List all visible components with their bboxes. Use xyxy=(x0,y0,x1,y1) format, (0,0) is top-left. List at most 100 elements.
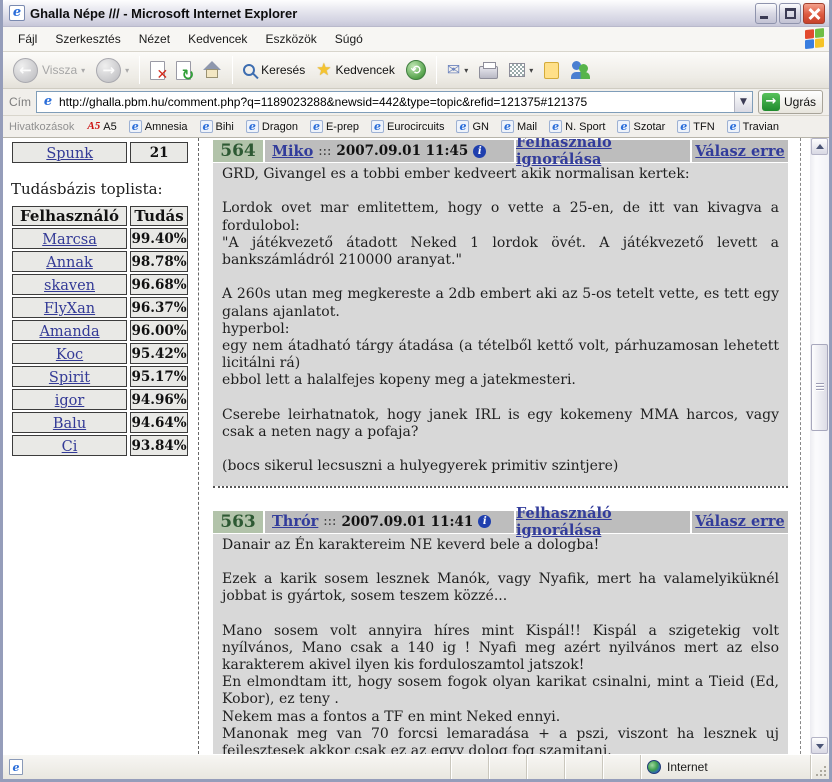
home-button[interactable] xyxy=(198,59,226,81)
back-button[interactable]: ← Vissza ▾ xyxy=(9,56,89,85)
address-dropdown-icon[interactable]: ▼ xyxy=(734,92,752,112)
knowledge-value: 93.84% xyxy=(130,435,188,456)
link-travian[interactable]: eTravian xyxy=(722,119,784,134)
reply-link[interactable]: Válasz erre xyxy=(695,513,784,530)
go-button[interactable]: → Ugrás xyxy=(758,90,823,114)
scroll-up-button[interactable] xyxy=(811,138,828,155)
link-tfn[interactable]: eTFN xyxy=(672,119,719,134)
edit-dropdown-icon[interactable]: ▾ xyxy=(529,66,533,75)
history-icon: ⟲ xyxy=(406,60,426,80)
link-eurocircuits[interactable]: eEurocircuits xyxy=(366,119,449,134)
user-link[interactable]: Balu xyxy=(53,416,86,432)
resize-grip[interactable] xyxy=(811,755,829,779)
link-gn[interactable]: eGN xyxy=(451,119,494,134)
post-body: Danair az Én karaktereim NE keverd bele … xyxy=(213,534,788,754)
print-button[interactable] xyxy=(475,60,502,81)
user-link[interactable]: Ci xyxy=(62,439,78,455)
user-link[interactable]: igor xyxy=(55,393,85,409)
sidebar: Spunk 21 Tudásbázis toplista: Felhasznál… xyxy=(3,138,199,754)
toplist-table: Felhasználó Tudás Marcsa99.40% Annak98.7… xyxy=(9,204,191,458)
meta-separator: ::: xyxy=(323,514,336,529)
address-url[interactable]: http://ghalla.pbm.hu/comment.php?q=11890… xyxy=(59,95,734,109)
info-icon[interactable]: i xyxy=(478,515,491,528)
menu-tools[interactable]: Eszközök xyxy=(256,28,325,50)
author-link[interactable]: Miko xyxy=(272,143,313,160)
ie-favicon: e xyxy=(501,120,514,133)
info-icon[interactable]: i xyxy=(473,145,486,158)
stop-button[interactable]: ✕ xyxy=(146,59,169,82)
post-timestamp: 2007.09.01 11:41 xyxy=(341,514,473,530)
minimize-icon xyxy=(760,16,768,19)
user-link[interactable]: Amanda xyxy=(39,324,99,340)
link-mail[interactable]: eMail xyxy=(496,119,542,134)
mail-button[interactable]: ✉ ▾ xyxy=(443,60,472,80)
spunk-table: Spunk 21 xyxy=(9,140,191,165)
table-row: Koc95.42% xyxy=(12,343,188,364)
user-link[interactable]: Marcsa xyxy=(42,232,97,248)
discuss-button[interactable] xyxy=(540,60,563,81)
search-button[interactable]: Keresés xyxy=(239,61,309,79)
ignore-user-link[interactable]: Felhasználó ignorálása xyxy=(516,138,690,168)
history-button[interactable]: ⟲ xyxy=(402,58,430,82)
refresh-icon: ↻ xyxy=(176,61,191,80)
stop-icon: ✕ xyxy=(150,61,165,80)
status-panel xyxy=(489,755,527,779)
close-button[interactable] xyxy=(803,3,825,24)
post-meta: Thrór ::: 2007.09.01 11:41 i xyxy=(265,511,514,533)
ie-favicon: e xyxy=(246,120,259,133)
menu-edit[interactable]: Szerkesztés xyxy=(46,28,129,50)
minimize-button[interactable] xyxy=(755,3,777,24)
menu-favorites[interactable]: Kedvencek xyxy=(179,28,256,50)
user-link[interactable]: FlyXan xyxy=(44,301,95,317)
title-bar: e Ghalla Népe /// - Microsoft Internet E… xyxy=(3,0,829,27)
user-link-spunk[interactable]: Spunk xyxy=(46,146,93,162)
post-timestamp: 2007.09.01 11:45 xyxy=(336,143,468,159)
link-n-sport[interactable]: eN. Sport xyxy=(544,119,610,134)
vertical-scrollbar[interactable] xyxy=(810,138,829,754)
link-dragon[interactable]: eDragon xyxy=(241,119,303,134)
edit-button[interactable]: ▾ xyxy=(505,61,537,79)
knowledge-value: 99.40% xyxy=(130,228,188,249)
link-amnesia[interactable]: eAmnesia xyxy=(124,119,193,134)
table-row: igor94.96% xyxy=(12,389,188,410)
ie-favicon: e xyxy=(456,120,469,133)
menu-view[interactable]: Nézet xyxy=(130,28,179,50)
messenger-button[interactable] xyxy=(566,59,596,81)
user-link[interactable]: Koc xyxy=(56,347,83,363)
spunk-value: 21 xyxy=(130,142,188,163)
status-panel xyxy=(451,755,489,779)
address-input[interactable]: e http://ghalla.pbm.hu/comment.php?q=118… xyxy=(36,91,753,113)
table-row: Annak98.78% xyxy=(12,251,188,272)
link-e-prep[interactable]: eE-prep xyxy=(305,119,364,134)
knowledge-value: 94.64% xyxy=(130,412,188,433)
status-panel xyxy=(565,755,603,779)
messenger-icon xyxy=(570,61,592,79)
mail-dropdown-icon[interactable]: ▾ xyxy=(464,66,468,75)
link-a5[interactable]: A5 A5 xyxy=(82,119,121,134)
favorites-button[interactable]: ★ Kedvencek xyxy=(312,60,399,81)
author-link[interactable]: Thrór xyxy=(272,513,318,530)
menu-file[interactable]: Fájl xyxy=(9,28,46,50)
link-bihi[interactable]: eBihi xyxy=(195,119,239,134)
reply-link[interactable]: Válasz erre xyxy=(695,143,784,160)
post-body: GRD, Givangel es a tobbi ember kedveert … xyxy=(213,163,788,486)
post-563: 563 Thrór ::: 2007.09.01 11:41 i Felhasz… xyxy=(213,511,788,754)
knowledge-value: 96.37% xyxy=(130,297,188,318)
back-dropdown-icon[interactable]: ▾ xyxy=(81,66,85,75)
link-szotar[interactable]: eSzotar xyxy=(612,119,670,134)
user-link[interactable]: skaven xyxy=(44,278,95,294)
forward-dropdown-icon[interactable]: ▾ xyxy=(125,66,129,75)
refresh-button[interactable]: ↻ xyxy=(172,59,195,82)
user-link[interactable]: Annak xyxy=(46,255,93,271)
address-bar: Cím e http://ghalla.pbm.hu/comment.php?q… xyxy=(3,89,829,116)
forward-button[interactable]: → ▾ xyxy=(92,56,133,85)
ignore-user-link[interactable]: Felhasználó ignorálása xyxy=(516,505,690,539)
menu-help[interactable]: Súgó xyxy=(326,28,372,50)
knowledge-value: 96.00% xyxy=(130,320,188,341)
toolbar-separator xyxy=(232,56,233,84)
scroll-down-button[interactable] xyxy=(811,737,828,754)
scroll-thumb[interactable] xyxy=(811,344,828,431)
maximize-button[interactable] xyxy=(779,3,801,24)
user-link[interactable]: Spirit xyxy=(49,370,90,386)
status-bar: e Internet xyxy=(3,754,829,779)
